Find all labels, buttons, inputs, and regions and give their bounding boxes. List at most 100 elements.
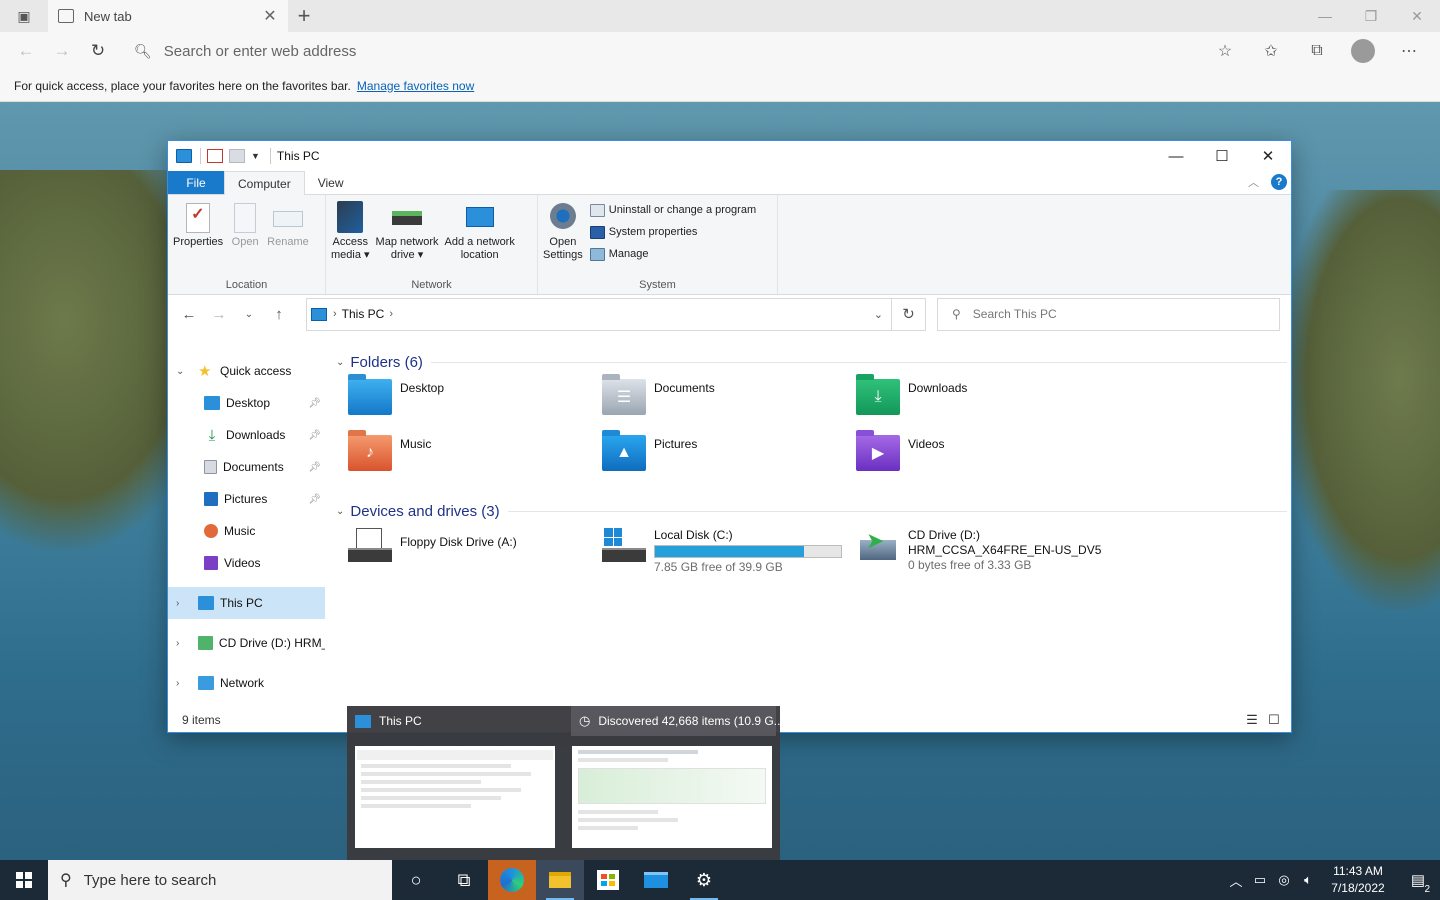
show-hidden-icons[interactable]: ︿ bbox=[1224, 871, 1248, 890]
nav-cd-drive[interactable]: › CD Drive (D:) HRM_C bbox=[168, 627, 325, 659]
tab-actions-icon[interactable]: ▣ bbox=[0, 0, 48, 32]
folder-downloads[interactable]: ⤓ Downloads bbox=[840, 373, 1094, 429]
gear-icon bbox=[547, 201, 578, 231]
delete-progress-thumbnail[interactable] bbox=[572, 746, 772, 848]
nav-desktop[interactable]: Desktop 📌︎ bbox=[168, 387, 325, 419]
minimize-icon[interactable]: — bbox=[1153, 141, 1199, 171]
nav-network[interactable]: › Network bbox=[168, 667, 325, 699]
folder-music[interactable]: ♪ Music bbox=[332, 429, 586, 485]
search-icon: 🔍︎ bbox=[134, 42, 152, 59]
address-bar[interactable]: 🔍︎ Search or enter web address bbox=[124, 35, 1194, 67]
nav-documents[interactable]: Documents 📌︎ bbox=[168, 451, 325, 483]
close-icon[interactable]: ✕ bbox=[1394, 0, 1440, 32]
browser-chrome: ▣ New tab ✕ + — ❐ ✕ ← → ↻ 🔍︎ Search or e… bbox=[0, 0, 1440, 102]
folders-section-header[interactable]: ⌄ Folders (6) bbox=[332, 351, 1287, 373]
properties-label: Properties bbox=[173, 236, 224, 248]
more-menu-icon[interactable]: ⋯ bbox=[1386, 41, 1432, 61]
preview-delete-progress[interactable]: ◷ Discovered 42,668 items (10.9 G... bbox=[571, 706, 784, 736]
new-folder-quick-icon[interactable] bbox=[229, 149, 245, 163]
back-icon[interactable]: ← bbox=[8, 35, 44, 67]
taskbar: ⚲ Type here to search ○ ⧉ ⚙ ︿ ▭ ◎ 🔈︎ 11:… bbox=[0, 860, 1440, 900]
close-tab-icon[interactable]: ✕ bbox=[262, 6, 278, 26]
up-icon[interactable]: ↑ bbox=[264, 306, 294, 323]
action-center-icon[interactable]: ▤ 2 bbox=[1396, 871, 1440, 895]
quick-access-dropdown-icon[interactable]: ▼ bbox=[251, 151, 260, 161]
expand-icon[interactable]: ⌄ bbox=[176, 366, 190, 377]
help-icon[interactable]: ? bbox=[1271, 174, 1287, 190]
nav-pictures[interactable]: Pictures 📌︎ bbox=[168, 483, 325, 515]
edge-icon[interactable] bbox=[488, 860, 536, 900]
new-tab-button[interactable]: + bbox=[288, 0, 320, 32]
store-icon[interactable] bbox=[584, 860, 632, 900]
recent-locations-icon[interactable]: ⌄ bbox=[234, 309, 264, 320]
refresh-icon[interactable]: ↻ bbox=[80, 35, 116, 67]
refresh-icon[interactable]: ↻ bbox=[892, 297, 926, 331]
file-explorer-icon[interactable] bbox=[536, 860, 584, 900]
nav-quick-access[interactable]: ⌄ ★ Quick access bbox=[168, 355, 325, 387]
nav-this-pc[interactable]: › This PC bbox=[168, 587, 325, 619]
back-icon[interactable]: ← bbox=[174, 306, 204, 323]
tab-new-tab[interactable]: New tab ✕ bbox=[48, 0, 288, 32]
uninstall-program-button[interactable]: Uninstall or change a program bbox=[589, 199, 756, 221]
manage-button[interactable]: Manage bbox=[589, 243, 756, 265]
folder-pictures[interactable]: ▲ Pictures bbox=[586, 429, 840, 485]
drive-floppy[interactable]: Floppy Disk Drive (A:) bbox=[332, 522, 586, 578]
meet-now-icon[interactable]: ▭ bbox=[1248, 872, 1272, 888]
favorites-icon[interactable]: ✩ bbox=[1248, 41, 1294, 61]
maximize-icon[interactable]: ☐ bbox=[1199, 141, 1245, 171]
search-input[interactable]: ⚲ Search This PC bbox=[937, 297, 1280, 331]
network-globe-icon[interactable]: ◎ bbox=[1272, 872, 1296, 888]
search-icon: ⚲ bbox=[952, 307, 961, 321]
restore-icon[interactable]: ❐ bbox=[1348, 0, 1394, 32]
collections-icon[interactable]: ⧉ bbox=[1294, 42, 1340, 60]
drive-local-c[interactable]: Local Disk (C:) 7.85 GB free of 39.9 GB bbox=[586, 522, 842, 578]
close-icon[interactable]: ✕ bbox=[1245, 141, 1291, 171]
forward-icon[interactable]: → bbox=[44, 35, 80, 67]
mail-icon[interactable] bbox=[632, 860, 680, 900]
system-properties-button[interactable]: System properties bbox=[589, 221, 756, 243]
search-icon: ⚲ bbox=[60, 872, 72, 889]
tab-computer[interactable]: Computer bbox=[224, 171, 305, 195]
drive-cd-d[interactable]: ➤ CD Drive (D:) HRM_CCSA_X64FRE_EN-US_DV… bbox=[840, 522, 1240, 578]
this-pc-icon bbox=[198, 596, 214, 610]
expand-icon[interactable]: › bbox=[176, 638, 190, 649]
preview-this-pc[interactable]: This PC bbox=[355, 706, 565, 736]
details-view-icon[interactable]: ☰ bbox=[1241, 712, 1263, 728]
explorer-titlebar: ▼ This PC — ☐ ✕ bbox=[168, 141, 1291, 171]
pin-icon: 📌︎ bbox=[308, 397, 321, 409]
nav-videos[interactable]: Videos bbox=[168, 547, 325, 579]
collapse-ribbon-icon[interactable]: ︿ bbox=[1248, 174, 1259, 190]
properties-quick-icon[interactable] bbox=[207, 149, 223, 163]
nav-music[interactable]: Music bbox=[168, 515, 325, 547]
start-button[interactable] bbox=[0, 860, 48, 900]
manage-favorites-link[interactable]: Manage favorites now bbox=[357, 79, 474, 93]
folder-desktop[interactable]: Desktop bbox=[332, 373, 586, 429]
cortana-icon[interactable]: ○ bbox=[392, 860, 440, 900]
folder-videos[interactable]: ▶ Videos bbox=[840, 429, 1094, 485]
clock[interactable]: 11:43 AM 7/18/2022 bbox=[1320, 863, 1396, 897]
breadcrumb-this-pc[interactable]: This PC bbox=[342, 307, 385, 321]
forward-icon[interactable]: → bbox=[204, 306, 234, 323]
large-icons-view-icon[interactable]: ☐ bbox=[1263, 712, 1285, 728]
taskbar-search-box[interactable]: ⚲ Type here to search bbox=[48, 860, 392, 900]
volume-muted-icon[interactable]: 🔈︎ bbox=[1296, 872, 1320, 888]
windows-logo-icon bbox=[16, 872, 32, 888]
settings-gear-icon[interactable]: ⚙ bbox=[680, 860, 728, 900]
devices-section-header[interactable]: ⌄ Devices and drives (3) bbox=[332, 500, 1287, 522]
task-view-icon[interactable]: ⧉ bbox=[440, 860, 488, 900]
profile-avatar[interactable] bbox=[1351, 39, 1375, 63]
explorer-address-bar[interactable]: › This PC › ⌄ bbox=[306, 297, 892, 331]
expand-icon[interactable]: › bbox=[176, 598, 190, 609]
this-pc-icon bbox=[355, 714, 371, 728]
minimize-icon[interactable]: — bbox=[1302, 0, 1348, 32]
address-dropdown-icon[interactable]: ⌄ bbox=[874, 308, 883, 321]
this-pc-thumbnail[interactable] bbox=[355, 746, 555, 848]
tab-file[interactable]: File bbox=[168, 171, 224, 194]
this-pc-icon bbox=[176, 149, 192, 163]
properties-icon: ✓ bbox=[186, 203, 211, 233]
expand-icon[interactable]: › bbox=[176, 678, 190, 689]
tab-view[interactable]: View bbox=[305, 171, 357, 194]
nav-downloads[interactable]: ⤓ Downloads 📌︎ bbox=[168, 419, 325, 451]
add-favorite-icon[interactable]: ☆ bbox=[1202, 41, 1248, 61]
folder-documents[interactable]: ☰ Documents bbox=[586, 373, 840, 429]
